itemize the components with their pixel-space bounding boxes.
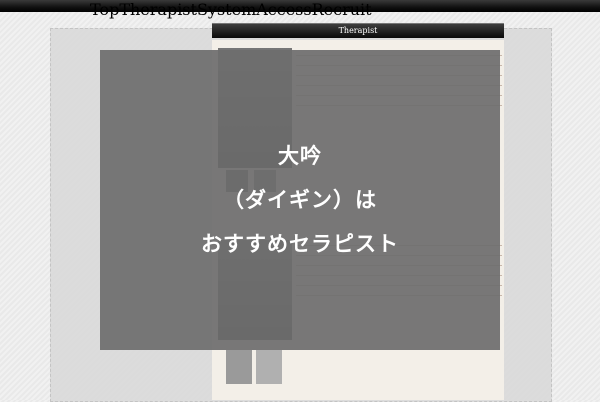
caption-overlay: 大吟 （ダイギン）は おすすめセラピスト — [100, 50, 500, 350]
nav-item-recruit[interactable]: Recruit — [312, 0, 372, 19]
caption-line-3: おすすめセラピスト — [201, 232, 399, 256]
nav-item-therapist[interactable]: Therapist — [119, 0, 197, 19]
therapist-thumb-4[interactable] — [256, 350, 282, 384]
therapist-thumb-3[interactable] — [226, 350, 252, 384]
section-title: Therapist — [212, 23, 504, 38]
top-nav: Top Therapist System Access Recruit — [90, 0, 372, 19]
nav-item-system[interactable]: System — [197, 0, 256, 19]
caption-line-1: 大吟 — [278, 144, 322, 168]
nav-item-access[interactable]: Access — [256, 0, 311, 19]
nav-item-top[interactable]: Top — [90, 0, 119, 19]
caption-line-2: （ダイギン）は — [223, 188, 377, 212]
